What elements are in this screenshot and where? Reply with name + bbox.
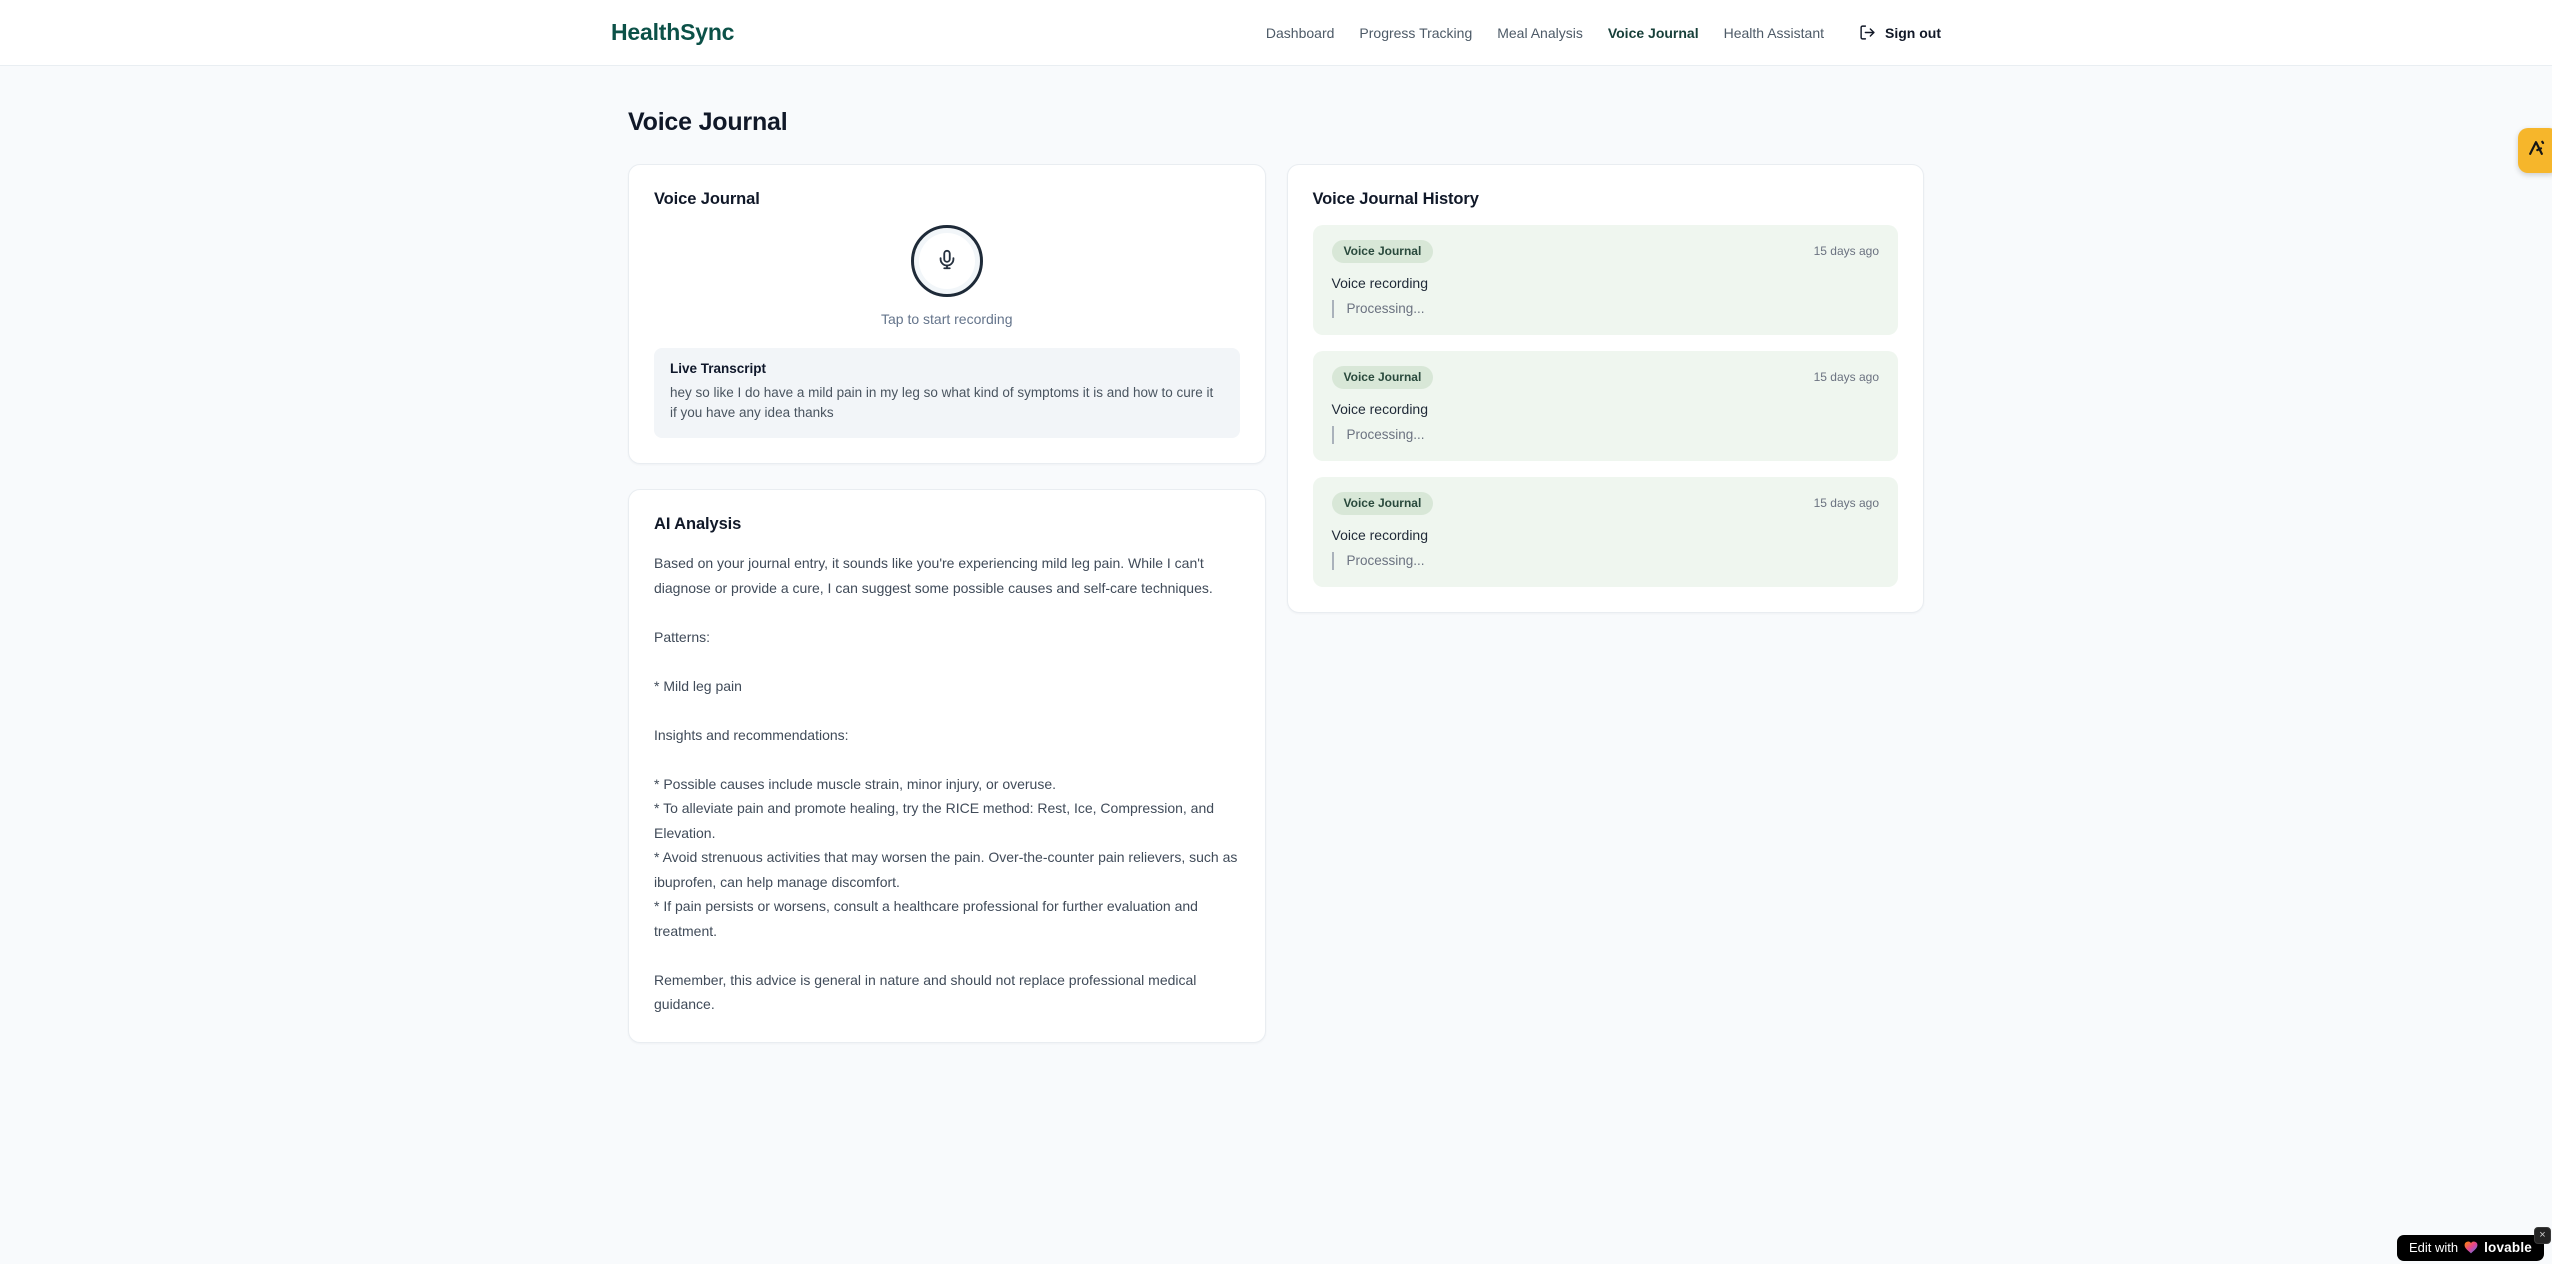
ai-analysis-title: AI Analysis [654,515,742,533]
browser-extension-tab[interactable] [2518,128,2552,173]
sign-out-icon [1859,24,1876,41]
recorder-area: Tap to start recording [654,225,1240,327]
entry-status: Processing... [1331,426,1880,444]
lovable-brand-label: lovable [2484,1240,2532,1255]
sign-out-button[interactable]: Sign out [1859,24,1941,41]
edit-with-label: Edit with [2408,1240,2459,1255]
tap-to-record-hint: Tap to start recording [880,311,1013,327]
entry-status: Processing... [1331,300,1880,318]
extension-lambda-icon [2526,138,2552,163]
entry-status: Processing... [1331,552,1880,570]
nav-item-dashboard[interactable]: Dashboard [1266,25,1335,41]
record-button[interactable] [910,225,983,297]
nav-item-meal-analysis[interactable]: Meal Analysis [1497,25,1583,41]
history-card-title: Voice Journal History [1312,190,1479,208]
entry-timestamp: 15 days ago [1813,496,1879,510]
content-grid: Voice Journal Tap to start recording Liv… [628,164,1924,1043]
entry-type-badge: Voice Journal [1331,366,1434,389]
nav-item-progress-tracking[interactable]: Progress Tracking [1359,25,1472,41]
live-transcript-text: hey so like I do have a mild pain in my … [670,385,1214,420]
entry-timestamp: 15 days ago [1813,370,1879,384]
microphone-icon [936,249,958,274]
entry-title: Voice recording [1331,275,1429,291]
lovable-heart-icon [2464,1241,2478,1254]
app-logo: HealthSync [611,19,735,45]
edit-with-lovable-badge[interactable]: Edit with lovable × [2396,1227,2551,1261]
live-transcript-box: Live Transcript hey so like I do have a … [654,348,1240,438]
live-transcript-title: Live Transcript [670,361,767,376]
entry-header: Voice Journal 15 days ago [1331,240,1879,263]
history-entry: Voice Journal 15 days ago Voice recordin… [1312,351,1898,461]
left-column: Voice Journal Tap to start recording Liv… [628,164,1266,1043]
page-title: Voice Journal [628,108,788,136]
history-entry-list: Voice Journal 15 days ago Voice recordin… [1312,225,1898,587]
nav-item-health-assistant[interactable]: Health Assistant [1724,25,1824,41]
entry-type-badge: Voice Journal [1331,492,1434,515]
ai-analysis-body: Based on your journal entry, it sounds l… [654,555,1238,1012]
entry-title: Voice recording [1331,527,1429,543]
entry-header: Voice Journal 15 days ago [1331,366,1879,389]
voice-journal-recorder-card: Voice Journal Tap to start recording Liv… [628,164,1266,464]
voice-journal-history-card: Voice Journal History Voice Journal 15 d… [1286,164,1924,613]
topbar-inner: HealthSync Dashboard Progress Tracking M… [611,0,1941,65]
nav-item-voice-journal[interactable]: Voice Journal [1608,25,1699,41]
sign-out-label: Sign out [1885,24,1941,41]
history-entry: Voice Journal 15 days ago Voice recordin… [1312,225,1898,335]
main-nav: Dashboard Progress Tracking Meal Analysi… [1266,24,1941,41]
entry-title: Voice recording [1331,401,1429,417]
recorder-card-title: Voice Journal [654,190,760,208]
history-entry: Voice Journal 15 days ago Voice recordin… [1312,477,1898,587]
entry-header: Voice Journal 15 days ago [1331,492,1879,515]
ai-analysis-card: AI Analysis Based on your journal entry,… [628,489,1266,1043]
badge-close-icon[interactable]: × [2534,1227,2551,1244]
top-navigation-bar: HealthSync Dashboard Progress Tracking M… [0,0,2552,66]
entry-timestamp: 15 days ago [1813,244,1879,258]
main-content: Voice Journal Voice Journal Tap to start… [628,66,1924,1043]
entry-type-badge: Voice Journal [1331,240,1434,263]
